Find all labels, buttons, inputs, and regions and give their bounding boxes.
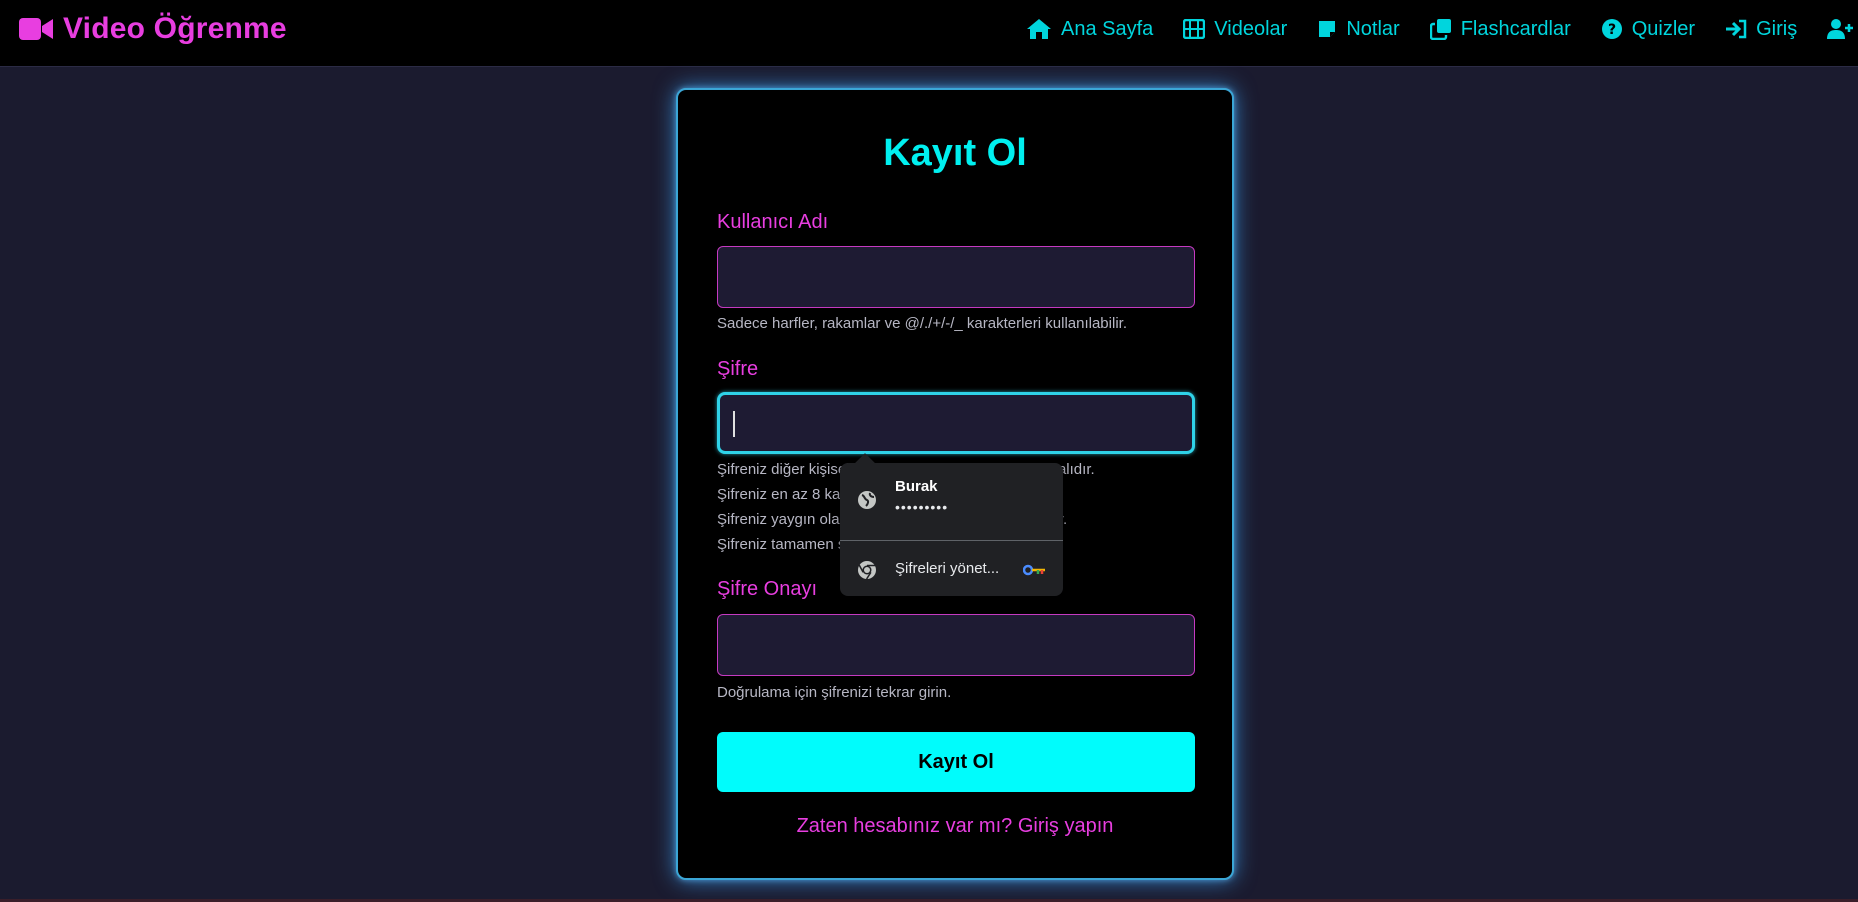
nav-videos[interactable]: Videolar xyxy=(1183,18,1287,41)
nav-quizzes-label: Quizler xyxy=(1631,17,1696,40)
saved-credential-item[interactable]: Burak ••••••••• xyxy=(840,463,1063,540)
video-camera-icon xyxy=(19,18,53,40)
nav-flashcards-label: Flashcardlar xyxy=(1460,17,1571,40)
nav-home[interactable]: Ana Sayfa xyxy=(1026,18,1153,41)
user-plus-icon xyxy=(1827,19,1854,39)
saved-password-mask: ••••••••• xyxy=(895,499,949,515)
saved-username: Burak xyxy=(895,478,938,495)
nav-login-label: Giriş xyxy=(1756,17,1798,40)
brand-link[interactable]: Video Öğrenme xyxy=(19,12,287,46)
nav-quizzes[interactable]: ? Quizler xyxy=(1601,18,1695,41)
confirm-password-help: Doğrulama için şifrenizi tekrar girin. xyxy=(717,684,952,701)
sign-in-icon xyxy=(1726,19,1747,39)
password-manager-key-icon xyxy=(1023,564,1045,576)
nav-notes-label: Notlar xyxy=(1346,17,1400,40)
sticky-note-icon xyxy=(1319,21,1336,37)
question-circle-icon: ? xyxy=(1601,19,1622,39)
register-button[interactable]: Kayıt Ol xyxy=(717,732,1195,792)
nav-register[interactable]: K xyxy=(1827,18,1858,41)
confirm-password-field[interactable] xyxy=(717,614,1195,676)
nav-flashcards[interactable]: Flashcardlar xyxy=(1429,17,1571,41)
brand-title: Video Öğrenme xyxy=(63,12,287,45)
manage-passwords-label: Şifreleri yönet... xyxy=(895,560,1000,577)
nav-videos-label: Videolar xyxy=(1214,17,1288,40)
globe-icon xyxy=(858,491,876,509)
nav-login[interactable]: Giriş xyxy=(1725,18,1797,41)
username-help: Sadece harfler, rakamlar ve @/./+/-/_ ka… xyxy=(717,315,1127,332)
login-link[interactable]: Zaten hesabınız var mı? Giriş yapın xyxy=(678,815,1232,838)
username-label: Kullanıcı Adı xyxy=(717,211,829,233)
svg-text:?: ? xyxy=(1608,22,1616,38)
page-title: Kayıt Ol xyxy=(883,132,1027,174)
confirm-password-label: Şifre Onayı xyxy=(717,578,818,600)
main-nav: Ana Sayfa Videolar Notlar Flashcardlar ?… xyxy=(1026,16,1858,42)
password-field[interactable] xyxy=(717,392,1195,454)
home-icon xyxy=(1027,19,1051,39)
password-label: Şifre xyxy=(717,358,759,380)
top-navbar: Video Öğrenme Ana Sayfa Videolar Notlar xyxy=(0,0,1858,67)
film-icon xyxy=(1183,19,1206,39)
username-field[interactable] xyxy=(717,246,1195,308)
clone-icon xyxy=(1429,19,1451,40)
nav-notes[interactable]: Notlar xyxy=(1317,17,1400,41)
saved-password-popup: Burak ••••••••• Şifreleri yönet... xyxy=(840,453,1063,596)
nav-home-label: Ana Sayfa xyxy=(1061,17,1154,40)
text-caret xyxy=(733,411,735,437)
chrome-icon xyxy=(858,561,876,580)
